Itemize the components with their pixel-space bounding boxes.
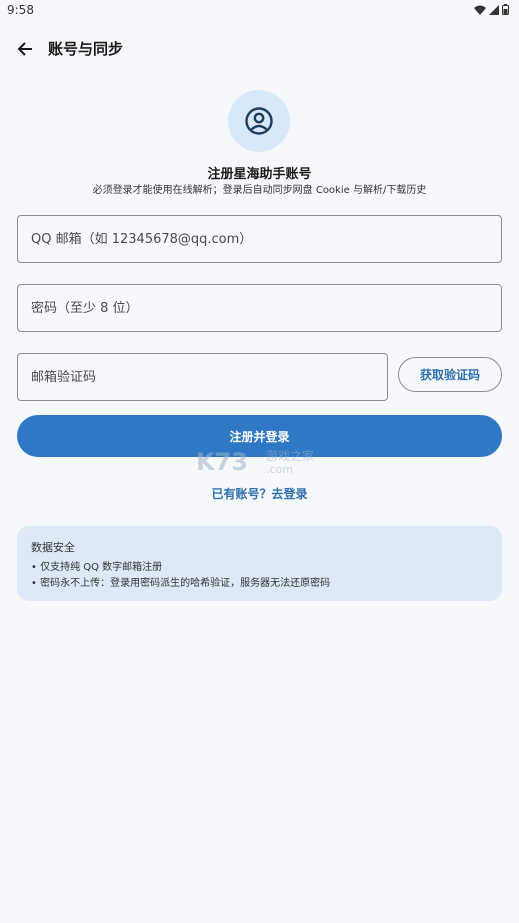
back-button[interactable] <box>12 36 38 62</box>
email-input[interactable] <box>31 231 501 247</box>
email-field[interactable] <box>17 215 502 263</box>
register-heading: 注册星海助手账号 <box>207 167 312 182</box>
watermark-cn-text: 游戏之家 <box>266 448 314 463</box>
security-line: • 仅支持纯 QQ 数字邮箱注册 <box>31 562 163 573</box>
password-input[interactable] <box>31 300 501 316</box>
wifi-icon <box>474 5 486 15</box>
battery-icon <box>502 4 509 15</box>
status-bar: 9:58 <box>0 0 519 22</box>
watermark-main-text: K73 <box>196 448 248 476</box>
status-icons <box>474 4 509 15</box>
status-time: 9:58 <box>7 3 34 17</box>
watermark-logo: K73 游戏之家 .com <box>196 446 326 476</box>
security-title: 数据安全 <box>31 541 75 554</box>
verification-code-field[interactable] <box>17 353 388 401</box>
password-field[interactable] <box>17 284 502 332</box>
arrow-left-icon <box>17 42 32 56</box>
signal-icon <box>489 4 499 15</box>
get-code-button[interactable]: 获取验证码 <box>398 357 502 392</box>
app-bar: 账号与同步 <box>0 30 519 68</box>
go-login-link[interactable]: 已有账号？去登录 <box>0 485 519 502</box>
account-circle-icon <box>245 107 273 135</box>
avatar <box>228 90 290 152</box>
register-subtitle: 必须登录才能使用在线解析；登录后自动同步网盘 Cookie 与解析/下载历史 <box>92 185 427 196</box>
watermark-domain-text: .com <box>266 463 293 476</box>
verification-code-input[interactable] <box>31 369 387 385</box>
page-title: 账号与同步 <box>48 40 124 58</box>
security-info-card: 数据安全 • 仅支持纯 QQ 数字邮箱注册 • 密码永不上传：登录用密码派生的哈… <box>17 526 502 601</box>
security-line: • 密码永不上传：登录用密码派生的哈希验证，服务器无法还原密码 <box>31 578 331 589</box>
